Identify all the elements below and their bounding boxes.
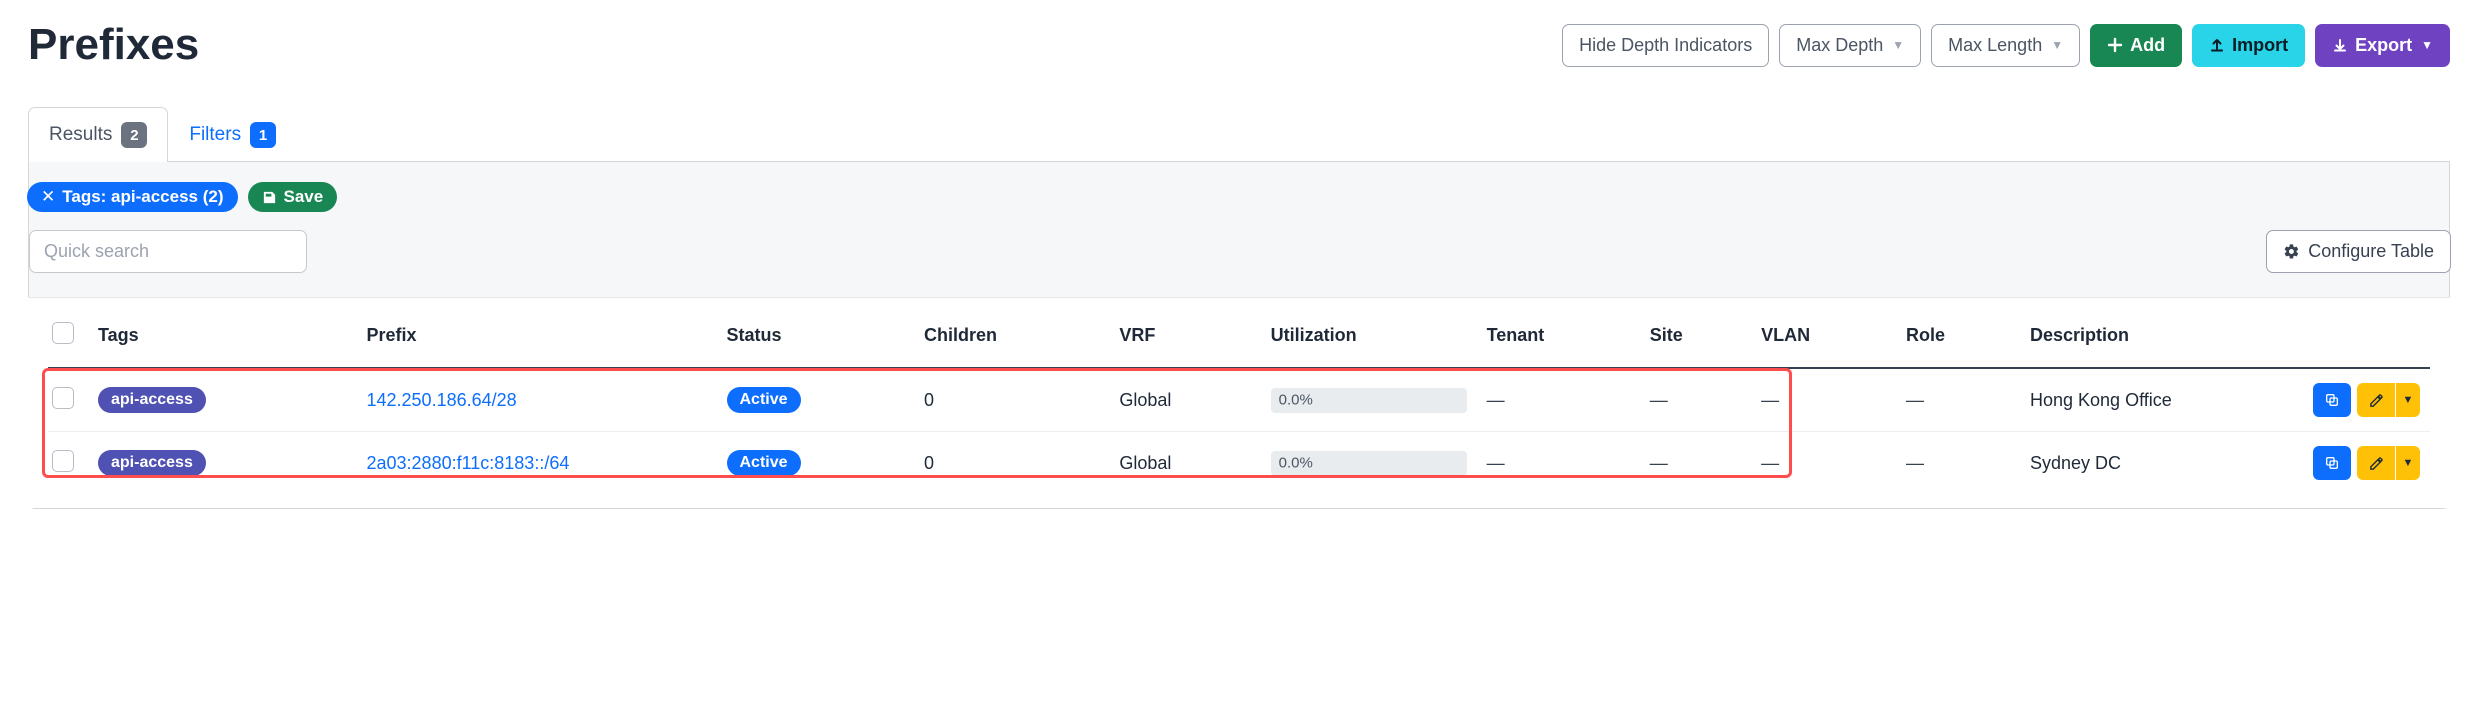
tab-filters-label: Filters: [189, 124, 241, 146]
tenant-value: —: [1477, 432, 1640, 495]
row-checkbox[interactable]: [52, 387, 74, 409]
tabs: Results 2 Filters 1: [28, 106, 2450, 162]
col-prefix[interactable]: Prefix: [357, 298, 717, 368]
tab-results-count: 2: [121, 122, 147, 148]
utilization-bar: 0.0%: [1271, 451, 1467, 476]
vlan-value: —: [1751, 432, 1896, 495]
col-description[interactable]: Description: [2020, 298, 2280, 368]
plus-icon: [2107, 37, 2123, 53]
quick-search-input[interactable]: [29, 230, 307, 273]
select-all-checkbox[interactable]: [52, 322, 74, 344]
close-icon[interactable]: ✕: [41, 187, 55, 207]
tenant-value: —: [1477, 368, 1640, 432]
configure-table-button[interactable]: Configure Table: [2266, 230, 2451, 273]
configure-table-label: Configure Table: [2308, 241, 2434, 262]
toolbar: Hide Depth Indicators Max Depth ▼ Max Len…: [1562, 24, 2450, 67]
row-checkbox[interactable]: [52, 450, 74, 472]
table-row: api-access 142.250.186.64/28 Active 0 Gl…: [48, 368, 2430, 432]
chevron-down-icon: ▼: [2051, 38, 2063, 52]
edit-dropdown-button[interactable]: ▼: [2396, 446, 2420, 480]
description-value: Sydney DC: [2020, 432, 2280, 495]
prefix-link[interactable]: 2a03:2880:f11c:8183::/64: [367, 453, 570, 473]
max-depth-label: Max Depth: [1796, 35, 1883, 56]
col-role[interactable]: Role: [1896, 298, 2020, 368]
hide-depth-button[interactable]: Hide Depth Indicators: [1562, 24, 1769, 67]
download-icon: [2332, 37, 2348, 53]
tag-chip[interactable]: api-access: [98, 450, 206, 476]
upload-icon: [2209, 37, 2225, 53]
results-panel: ✕ Tags: api-access (2) Save Configure Ta…: [28, 162, 2450, 509]
role-value: —: [1896, 368, 2020, 432]
chevron-down-icon: ▼: [2403, 457, 2414, 469]
add-button[interactable]: Add: [2090, 24, 2182, 67]
page-title: Prefixes: [28, 20, 199, 70]
edit-button[interactable]: [2357, 446, 2395, 480]
prefixes-table: Tags Prefix Status Children VRF Utilizat…: [28, 297, 2450, 508]
col-site[interactable]: Site: [1640, 298, 1751, 368]
copy-button[interactable]: [2313, 383, 2351, 417]
col-children[interactable]: Children: [914, 298, 1109, 368]
utilization-value: 0.0%: [1279, 455, 1313, 472]
add-label: Add: [2130, 35, 2165, 56]
tab-filters-count: 1: [250, 122, 276, 148]
chevron-down-icon: ▼: [2421, 38, 2433, 52]
max-depth-button[interactable]: Max Depth ▼: [1779, 24, 1921, 67]
filter-pill-tags[interactable]: ✕ Tags: api-access (2): [27, 182, 238, 212]
filter-pill-tags-label: Tags: api-access (2): [62, 187, 223, 207]
tab-filters[interactable]: Filters 1: [168, 107, 297, 162]
edit-button[interactable]: [2357, 383, 2395, 417]
role-value: —: [1896, 432, 2020, 495]
status-badge: Active: [727, 450, 801, 476]
col-vrf[interactable]: VRF: [1109, 298, 1260, 368]
save-filter-label: Save: [284, 187, 324, 207]
max-length-label: Max Length: [1948, 35, 2042, 56]
tab-results-label: Results: [49, 124, 112, 146]
active-filters: ✕ Tags: api-access (2) Save: [27, 182, 2449, 230]
children-value: 0: [914, 432, 1109, 495]
col-tenant[interactable]: Tenant: [1477, 298, 1640, 368]
col-vlan[interactable]: VLAN: [1751, 298, 1896, 368]
vlan-value: —: [1751, 368, 1896, 432]
hide-depth-label: Hide Depth Indicators: [1579, 35, 1752, 56]
vrf-value: Global: [1109, 432, 1260, 495]
copy-button[interactable]: [2313, 446, 2351, 480]
col-status[interactable]: Status: [717, 298, 914, 368]
col-utilization[interactable]: Utilization: [1261, 298, 1477, 368]
chevron-down-icon: ▼: [1892, 38, 1904, 52]
import-label: Import: [2232, 35, 2288, 56]
description-value: Hong Kong Office: [2020, 368, 2280, 432]
col-tags[interactable]: Tags: [88, 298, 357, 368]
save-icon: [262, 190, 277, 205]
status-badge: Active: [727, 387, 801, 413]
vrf-value: Global: [1109, 368, 1260, 432]
export-button[interactable]: Export ▼: [2315, 24, 2450, 67]
table-row: api-access 2a03:2880:f11c:8183::/64 Acti…: [48, 432, 2430, 495]
utilization-value: 0.0%: [1279, 392, 1313, 409]
chevron-down-icon: ▼: [2403, 394, 2414, 406]
tag-chip[interactable]: api-access: [98, 387, 206, 413]
edit-dropdown-button[interactable]: ▼: [2396, 383, 2420, 417]
max-length-button[interactable]: Max Length ▼: [1931, 24, 2080, 67]
import-button[interactable]: Import: [2192, 24, 2305, 67]
gear-icon: [2283, 243, 2300, 260]
utilization-bar: 0.0%: [1271, 388, 1467, 413]
children-value: 0: [914, 368, 1109, 432]
tab-results[interactable]: Results 2: [28, 107, 168, 162]
prefix-link[interactable]: 142.250.186.64/28: [367, 390, 517, 410]
export-label: Export: [2355, 35, 2412, 56]
save-filter-button[interactable]: Save: [248, 182, 338, 212]
site-value: —: [1640, 368, 1751, 432]
site-value: —: [1640, 432, 1751, 495]
